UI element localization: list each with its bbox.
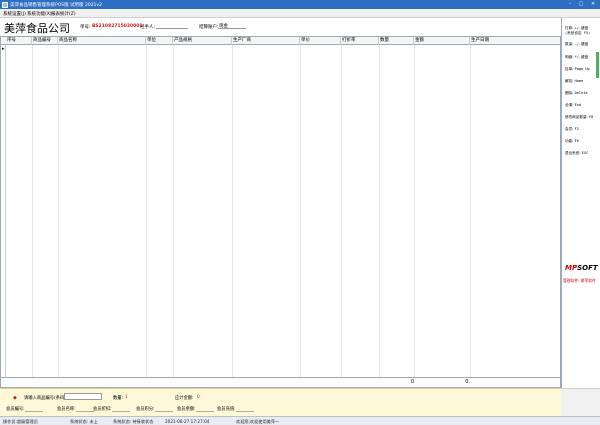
amount-due-value: 0 (197, 395, 200, 400)
input-panel: ◆ 请输入商品编号(条码): 数量: 1 应计金额: 0 会员编号: 会员名称:… (0, 388, 561, 416)
mpsoft-logo: MPSOFT (565, 264, 598, 272)
grid-line (470, 45, 471, 377)
shortcut-modify-qty: 修改商品数量: F8 (565, 115, 594, 119)
handler-label: 经手人: (140, 25, 156, 30)
window-title: 美萍食品销售管理系统POS版 试用版 2021v2 (10, 3, 102, 8)
col-spec[interactable]: 产品规格 (173, 37, 232, 45)
shortcut-quantity: 数量: -/-键盘 (565, 42, 589, 46)
company-name: 美萍食品公司 (4, 22, 70, 35)
shortcut-delete: 删除: Delete (565, 91, 588, 95)
product-code-label: 请输入商品编号(条码): (24, 396, 68, 401)
member-balance-label: 会员余额: (177, 406, 214, 412)
grid-line (146, 45, 147, 377)
grid-line (173, 45, 174, 377)
app-icon (2, 1, 8, 8)
shortcut-detail: 明细: */-键盘 (565, 55, 589, 59)
status-mode: 系统状态: 待接收状态 (113, 419, 154, 424)
shortcut-resume: 解挂: Home (565, 79, 584, 83)
quantity-label: 数量: (113, 396, 124, 401)
title-bar: 美萍食品销售管理系统POS版 试用版 2021v2 – □ × (0, 0, 600, 9)
col-amount[interactable]: 金额 (414, 37, 470, 45)
current-row-marker: ▸ (2, 45, 5, 52)
grid-line (341, 45, 342, 377)
shortcut-pay: 付款: +/-键盘 (565, 26, 589, 30)
menu-system-functions[interactable]: 系统功能(X) (27, 11, 52, 17)
panel-scrollbar[interactable] (596, 52, 599, 78)
shortcut-panel: 付款: +/-键盘 (系统设定 F5) 数量: -/-键盘 明细: */-键盘 … (561, 18, 600, 388)
col-production-date[interactable]: 生产日期 (470, 37, 562, 45)
member-points-label: 会员积分: (136, 406, 173, 412)
corner-panel (561, 388, 600, 416)
grid-line (58, 45, 59, 377)
shortcut-pay-note: (系统设定 F5) (565, 31, 591, 35)
order-no-label: 单号: (80, 25, 91, 30)
shortcut-function: 功能: F6 (565, 139, 579, 143)
col-product-code[interactable]: 商品编号 (32, 37, 58, 45)
member-no-label: 会员编号: (6, 406, 43, 412)
menu-reports[interactable]: 报表统计(Z) (51, 11, 76, 17)
status-datetime: 2021-08-27 17:27:04 (165, 419, 210, 424)
col-product-name[interactable]: 商品名称 (58, 37, 146, 45)
main-area: 美萍食品公司 单号: BS21082715030001 经手人: 结算账户: 序… (0, 18, 562, 388)
status-state: 系统状态: 未上 (70, 419, 98, 424)
total-amount: 0. (465, 379, 470, 385)
table-total-row: 0 0. (1, 377, 560, 385)
col-manufacturer[interactable]: 生产厂商 (232, 37, 300, 45)
grid-line (232, 45, 233, 377)
status-bar: 操作员:超级管理员 系统状态: 未上 系统状态: 待接收状态 2021-08-2… (0, 416, 600, 425)
handler-field[interactable] (156, 23, 188, 29)
col-quantity[interactable]: 数量 (379, 37, 414, 45)
shortcut-hold: 挂单: Page Up (565, 67, 590, 71)
col-discount[interactable]: 打折率 (341, 37, 379, 45)
sale-header: 美萍食品公司 单号: BS21082715030001 经手人: 结算账户: (0, 18, 561, 36)
amount-due-label: 应计金额: (175, 396, 194, 401)
menu-system-settings[interactable]: 系统设置(J) (3, 11, 26, 17)
star-icon: ◆ (13, 395, 17, 401)
status-welcome: 欢迎您,欢迎使用美萍一 (236, 419, 280, 424)
status-user: 操作员:超级管理员 (3, 419, 38, 424)
sales-table[interactable]: 序号 商品编号 商品名称 单位 产品规格 生产厂商 单价 打折率 数量 金额 生… (0, 36, 562, 388)
shortcut-exit: 退出系统: ESC (565, 151, 589, 155)
member-pay-label: 会员充值: (217, 406, 254, 412)
table-header: 序号 商品编号 商品名称 单位 产品规格 生产厂商 单价 打折率 数量 金额 生… (1, 37, 562, 45)
member-discount-label: 会员折扣: (93, 406, 130, 412)
grid-line (300, 45, 301, 377)
account-label: 结算账户: (199, 25, 219, 30)
grid-line (32, 45, 33, 377)
row-header-column (1, 45, 6, 377)
tech-support-text: 管理软件: 美萍软件 (563, 278, 596, 283)
grid-line (414, 45, 415, 377)
minimize-icon[interactable]: – (565, 1, 575, 8)
account-field[interactable] (218, 23, 246, 29)
grid-line (379, 45, 380, 377)
col-index[interactable]: 序号 (6, 37, 32, 45)
shortcut-clear-all: 全清: End (565, 103, 582, 107)
member-name-label: 会员名称: (57, 406, 94, 412)
total-quantity: 0 (410, 379, 414, 385)
shortcut-member: 会员: F2 (565, 127, 579, 131)
maximize-icon[interactable]: □ (576, 1, 586, 8)
menu-bar: 系统设置(J) 系统功能(X) 报表统计(Z) (0, 9, 600, 18)
col-price[interactable]: 单价 (300, 37, 341, 45)
close-icon[interactable]: × (588, 1, 598, 8)
quantity-value: 1 (125, 395, 128, 400)
col-unit[interactable]: 单位 (146, 37, 173, 45)
order-number: BS21082715030001 (92, 24, 143, 29)
product-code-input[interactable] (64, 393, 102, 400)
